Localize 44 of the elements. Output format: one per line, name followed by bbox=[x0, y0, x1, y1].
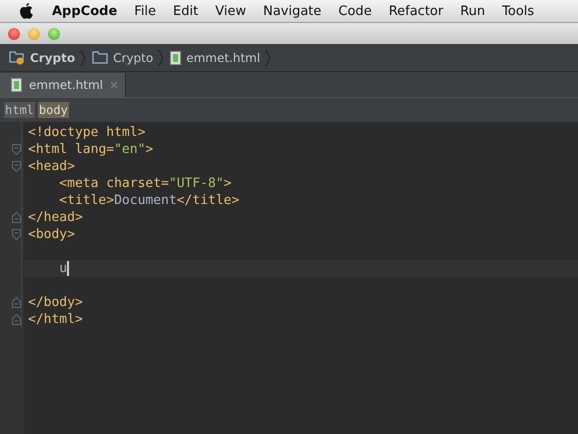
menu-item[interactable]: Refactor bbox=[388, 4, 444, 18]
code-line: <head> bbox=[28, 159, 75, 174]
chevron-icon bbox=[265, 48, 272, 66]
fold-marker-icon[interactable] bbox=[12, 297, 21, 308]
code-line: <body> bbox=[28, 227, 75, 242]
html-file-icon bbox=[11, 78, 22, 92]
menu-item[interactable]: Code bbox=[338, 4, 372, 18]
menu-item[interactable]: Run bbox=[460, 4, 486, 18]
close-icon[interactable] bbox=[110, 81, 118, 89]
html-file-icon bbox=[170, 50, 182, 64]
breadcrumb-item[interactable]: emmet.html bbox=[186, 50, 260, 64]
breadcrumb-item[interactable]: Crypto bbox=[30, 50, 76, 64]
fold-marker-icon[interactable] bbox=[12, 161, 21, 172]
code-line: </body> bbox=[28, 295, 83, 310]
editor-tab[interactable]: emmet.html bbox=[0, 73, 126, 97]
app-name-menu[interactable]: AppCode bbox=[52, 4, 118, 18]
folder-icon bbox=[92, 51, 108, 64]
chevron-icon bbox=[80, 48, 86, 66]
menu-item[interactable]: Tools bbox=[502, 4, 534, 18]
menu-item[interactable]: Navigate bbox=[263, 4, 322, 18]
tag-path-item[interactable]: body bbox=[38, 102, 69, 118]
menu-item[interactable]: Edit bbox=[173, 4, 198, 18]
code-line: <!doctype html> bbox=[28, 125, 146, 140]
code-line: <meta charset="UTF-8"> bbox=[59, 176, 232, 191]
fold-marker-icon[interactable] bbox=[12, 144, 21, 155]
close-window-button[interactable] bbox=[8, 28, 20, 40]
fold-marker-icon[interactable] bbox=[12, 314, 21, 325]
code-line: </html> bbox=[28, 312, 83, 327]
zoom-window-button[interactable] bbox=[48, 28, 60, 40]
menu-item[interactable]: View bbox=[215, 4, 246, 18]
tag-path-item[interactable]: html bbox=[4, 102, 35, 118]
chevron-icon bbox=[158, 48, 164, 66]
apple-logo-icon[interactable] bbox=[18, 2, 34, 20]
code-line: </head> bbox=[28, 210, 83, 225]
code-line: <html lang="en"> bbox=[28, 142, 154, 157]
menu-item[interactable]: File bbox=[134, 4, 156, 18]
code-line: u bbox=[59, 261, 68, 276]
text-cursor bbox=[67, 261, 70, 276]
code-line: <title>Document</title> bbox=[59, 193, 240, 208]
minimize-window-button[interactable] bbox=[28, 28, 40, 40]
project-folder-icon bbox=[9, 50, 25, 65]
fold-marker-icon[interactable] bbox=[12, 212, 21, 223]
fold-marker-icon[interactable] bbox=[12, 229, 21, 240]
breadcrumb-item[interactable]: Crypto bbox=[113, 50, 154, 64]
